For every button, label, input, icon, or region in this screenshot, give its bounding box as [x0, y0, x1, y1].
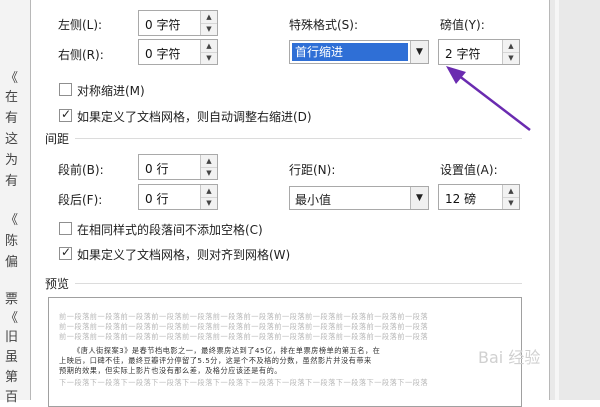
left-indent-label: 左侧(L): — [58, 18, 103, 32]
annotation-arrow-icon — [446, 66, 531, 131]
doc-char: 陈 — [5, 234, 19, 249]
left-indent-value: 0 字符 — [145, 18, 181, 32]
preview-line: 上映后，口碑不佳，最终豆瓣评分停留了5.5分，这是个不及格的分数，虽然影片并没有… — [59, 356, 372, 365]
section-divider — [75, 138, 522, 139]
snap-to-grid-label: 如果定义了文档网格，则对齐到网格(W) — [77, 248, 291, 262]
doc-char: 《 — [5, 71, 19, 86]
right-indent-label: 右侧(R): — [58, 48, 104, 62]
right-indent-spinner[interactable]: 0 字符 ▲ ▼ — [138, 39, 218, 65]
auto-adjust-checkbox[interactable]: ✓ — [59, 107, 72, 122]
spacing-section-title: 间距 — [45, 132, 70, 146]
spinner-buttons: ▲ ▼ — [200, 40, 217, 64]
doc-char: 为 — [5, 153, 19, 168]
section-divider — [75, 283, 522, 284]
mirror-indent-checkbox[interactable] — [59, 83, 72, 96]
special-format-select[interactable]: 首行缩进 ▼ — [289, 40, 429, 64]
line-spacing-value: 最小值 — [295, 193, 332, 207]
spin-down-icon[interactable]: ▼ — [201, 23, 217, 35]
spinner-buttons: ▲ ▼ — [200, 11, 217, 35]
preview-line: 预期的效果，但实际上影片也没有那么差，及格分应该还是有的。 — [59, 366, 282, 375]
spacing-at-label: 设置值(A): — [440, 163, 498, 177]
preview-line: 《唐人街探案3》是春节档电影之一，最终票房达到了45亿，排在单票房榜单的第五名，… — [73, 346, 381, 355]
space-before-value: 0 行 — [145, 162, 169, 176]
special-format-value: 首行缩进 — [292, 43, 408, 61]
doc-char: 这 — [5, 132, 19, 147]
spin-down-icon[interactable]: ▼ — [201, 52, 217, 64]
doc-char: 在 — [5, 90, 19, 105]
auto-adjust-label: 如果定义了文档网格，则自动调整右缩进(D) — [77, 110, 312, 124]
preview-line: 前一段落前一段落前一段落前一段落前一段落前一段落前一段落前一段落前一段落前一段落… — [59, 312, 429, 321]
spinner-buttons: ▲ ▼ — [200, 155, 217, 179]
space-after-spinner[interactable]: 0 行 ▲ ▼ — [138, 184, 218, 210]
snap-to-grid-checkbox[interactable]: ✓ — [59, 245, 72, 260]
doc-char: 第 — [5, 370, 19, 385]
doc-char: 《 — [5, 311, 19, 326]
preview-line: 前一段落前一段落前一段落前一段落前一段落前一段落前一段落前一段落前一段落前一段落… — [59, 332, 429, 341]
watermark-logo: Bai 经验 — [478, 348, 541, 367]
mirror-indent-label: 对称缩进(M) — [77, 84, 145, 98]
dialog-border-left — [30, 0, 31, 400]
doc-char: 偏 — [5, 255, 19, 270]
chevron-down-icon[interactable]: ▼ — [410, 41, 428, 63]
space-after-value: 0 行 — [145, 192, 169, 206]
space-before-label: 段前(B): — [58, 163, 104, 177]
preview-box: 前一段落前一段落前一段落前一段落前一段落前一段落前一段落前一段落前一段落前一段落… — [48, 297, 522, 407]
doc-char: 有 — [5, 111, 19, 126]
spin-down-icon[interactable]: ▼ — [201, 197, 217, 209]
preview-section-title: 预览 — [45, 277, 70, 291]
doc-char: 旧 — [5, 330, 19, 345]
spinner-buttons: ▲ ▼ — [200, 185, 217, 209]
doc-char: 有 — [5, 174, 19, 189]
preview-line: 下一段落下一段落下一段落下一段落下一段落下一段落下一段落下一段落下一段落下一段落… — [59, 378, 429, 387]
spacing-at-spinner[interactable]: 12 磅 ▲ ▼ — [438, 184, 520, 210]
doc-char: 《 — [5, 213, 19, 228]
line-spacing-label: 行距(N): — [289, 163, 336, 177]
spacing-at-value: 12 磅 — [445, 192, 477, 206]
checkmark-icon: ✓ — [61, 245, 72, 259]
right-indent-value: 0 字符 — [145, 47, 181, 61]
chevron-down-icon[interactable]: ▼ — [410, 187, 428, 209]
left-indent-spinner[interactable]: 0 字符 ▲ ▼ — [138, 10, 218, 36]
doc-char: 百 — [5, 390, 19, 405]
special-format-label: 特殊格式(S): — [289, 18, 359, 32]
line-spacing-select[interactable]: 最小值 ▼ — [289, 186, 429, 210]
space-after-label: 段后(F): — [58, 193, 103, 207]
spin-down-icon[interactable]: ▼ — [503, 197, 519, 209]
doc-char: 票 — [5, 292, 19, 307]
checkmark-icon: ✓ — [61, 107, 72, 121]
no-space-same-style-checkbox[interactable] — [59, 222, 72, 235]
space-before-spinner[interactable]: 0 行 ▲ ▼ — [138, 154, 218, 180]
measure-label: 磅值(Y): — [440, 18, 485, 32]
no-space-same-style-label: 在相同样式的段落间不添加空格(C) — [77, 223, 263, 237]
spin-down-icon[interactable]: ▼ — [201, 167, 217, 179]
preview-line: 前一段落前一段落前一段落前一段落前一段落前一段落前一段落前一段落前一段落前一段落… — [59, 322, 429, 331]
window-frame-edge — [555, 0, 559, 400]
spinner-buttons: ▲ ▼ — [502, 185, 519, 209]
background-document: 《 在 有 这 为 有 《 陈 偏 票 《 旧 虽 第 百 — [0, 0, 30, 405]
doc-char: 虽 — [5, 350, 19, 365]
